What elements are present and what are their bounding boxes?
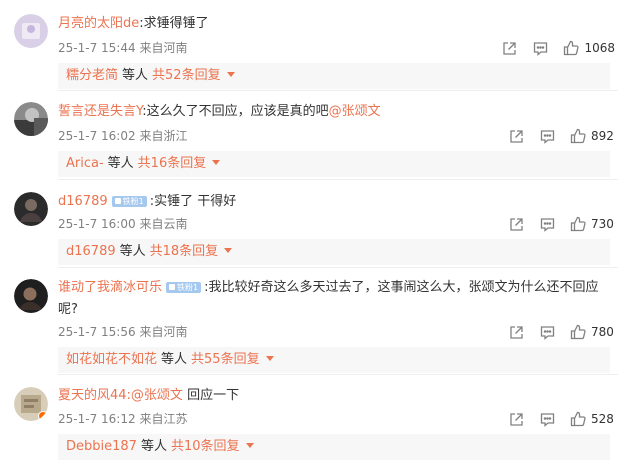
comment-body: :这么久了不回应，应该是真的吧 (142, 104, 329, 119)
reply-etc: 等人 (140, 439, 167, 454)
avatar[interactable] (14, 279, 48, 313)
like-icon[interactable] (569, 323, 587, 341)
like-count: 528 (591, 412, 614, 426)
comment-actions: 730 (494, 215, 615, 233)
comment-text: 夏天的风44:@张颂文 回应一下 (58, 386, 239, 406)
fan-badge[interactable]: 铁粉1 (111, 196, 147, 207)
comment-location: 来自江苏 (139, 412, 188, 426)
reply-count-link[interactable]: 共16条回复 (138, 156, 207, 171)
comment-actions: 892 (494, 127, 615, 145)
caret-down-icon[interactable] (226, 72, 235, 77)
reply-summary-text[interactable]: 如花如花不如花 等人 共55条回复 (66, 350, 274, 370)
reply-etc: 等人 (107, 156, 134, 171)
share-icon[interactable] (507, 127, 525, 145)
reply-username[interactable]: Debbie187 (66, 439, 137, 454)
reply-username[interactable]: 如花如花不如花 (66, 352, 157, 367)
divider (58, 374, 618, 375)
badge-label: 铁粉1 (122, 197, 144, 206)
comment-time: 25-1-7 16:00 (58, 217, 136, 231)
avatar[interactable] (14, 102, 48, 136)
comment-actions: 1068 (487, 39, 615, 57)
reply-summary-text[interactable]: 糯分老简 等人 共52条回复 (66, 66, 235, 86)
reply-summary-text[interactable]: Debbie187 等人 共10条回复 (66, 437, 254, 457)
reply-summary-text[interactable]: Arica- 等人 共16条回复 (66, 154, 221, 174)
avatar[interactable] (14, 387, 48, 421)
like-icon[interactable] (569, 127, 587, 145)
comment-icon[interactable] (538, 323, 556, 341)
comment-time: 25-1-7 16:02 (58, 129, 136, 143)
comment-icon[interactable] (538, 410, 556, 428)
reply-etc: 等人 (161, 352, 188, 367)
comment-username[interactable]: 夏天的风44 (58, 388, 127, 403)
divider (58, 90, 618, 91)
comment-location: 来自河南 (139, 41, 188, 55)
comment-text: 月亮的太阳de:求锤得锤了 (58, 14, 209, 34)
comment-actions: 780 (494, 323, 615, 341)
reply-etc: 等人 (119, 244, 146, 259)
comment-time: 25-1-7 16:12 (58, 412, 136, 426)
comment-username[interactable]: 月亮的太阳de (58, 16, 139, 31)
reply-username[interactable]: Arica- (66, 156, 104, 171)
fan-badge[interactable]: 铁粉1 (166, 282, 202, 293)
reply-etc: 等人 (122, 68, 149, 83)
badge-label: 铁粉1 (177, 283, 199, 292)
comment-icon[interactable] (538, 127, 556, 145)
reply-summary-text[interactable]: d16789 等人 共18条回复 (66, 242, 233, 262)
avatar[interactable] (14, 192, 48, 226)
reply-count-link[interactable]: 共52条回复 (152, 68, 221, 83)
comment-username[interactable]: 誓言还是失言Y (58, 104, 142, 119)
comment-location: 来自浙江 (139, 129, 188, 143)
comment-body: 回应一下 (182, 388, 240, 403)
reply-username[interactable]: d16789 (66, 244, 116, 259)
comment-body: :求锤得锤了 (139, 16, 209, 31)
like-icon[interactable] (569, 215, 587, 233)
like-count: 730 (591, 217, 614, 231)
comment-mention[interactable]: :@张颂文 (127, 388, 183, 403)
reply-count-link[interactable]: 共10条回复 (171, 439, 240, 454)
comment-text: d16789 铁粉1 :实锤了 干得好 (58, 192, 236, 212)
like-count: 780 (591, 325, 614, 339)
caret-down-icon[interactable] (245, 443, 254, 448)
comment-text: 誓言还是失言Y:这么久了不回应，应该是真的吧@张颂文 (58, 102, 381, 122)
share-icon[interactable] (507, 410, 525, 428)
comment-mention[interactable]: @张颂文 (329, 104, 381, 119)
comment-meta: 25-1-7 16:12 来自江苏 (58, 410, 187, 428)
avatar[interactable] (14, 14, 48, 48)
comment-meta: 25-1-7 16:00 来自云南 (58, 215, 187, 233)
badge-icon (114, 198, 121, 204)
comment-time: 25-1-7 15:44 (58, 41, 136, 55)
comment-time: 25-1-7 15:56 (58, 325, 136, 339)
share-icon[interactable] (507, 215, 525, 233)
comment-text: 谁动了我滴冰可乐 铁粉1:我比较好奇这么多天过去了，这事闹这么大，张颂文为什么还不… (58, 277, 606, 321)
caret-down-icon[interactable] (224, 248, 233, 253)
divider (58, 267, 618, 268)
share-icon[interactable] (507, 323, 525, 341)
like-count: 892 (591, 129, 614, 143)
comment-location: 来自云南 (139, 217, 188, 231)
comment-meta: 25-1-7 15:44 来自河南 (58, 39, 187, 57)
reply-username[interactable]: 糯分老简 (66, 68, 118, 83)
comment-meta: 25-1-7 15:56 来自河南 (58, 323, 187, 341)
reply-count-link[interactable]: 共18条回复 (150, 244, 219, 259)
badge-icon (169, 284, 176, 290)
vip-dot (38, 411, 48, 421)
reply-count-link[interactable]: 共55条回复 (191, 352, 260, 367)
comment-username[interactable]: 谁动了我滴冰可乐 (58, 280, 162, 295)
comment-actions: 528 (494, 410, 615, 428)
comment-location: 来自河南 (139, 325, 188, 339)
share-icon[interactable] (500, 39, 518, 57)
divider (58, 179, 618, 180)
comment-icon[interactable] (538, 215, 556, 233)
like-icon[interactable] (562, 39, 580, 57)
caret-down-icon[interactable] (265, 356, 274, 361)
comment-meta: 25-1-7 16:02 来自浙江 (58, 127, 187, 145)
like-icon[interactable] (569, 410, 587, 428)
like-count: 1068 (584, 41, 615, 55)
comment-body: :实锤了 干得好 (149, 194, 237, 209)
caret-down-icon[interactable] (212, 160, 221, 165)
comment-icon[interactable] (531, 39, 549, 57)
comment-username[interactable]: d16789 (58, 194, 108, 209)
